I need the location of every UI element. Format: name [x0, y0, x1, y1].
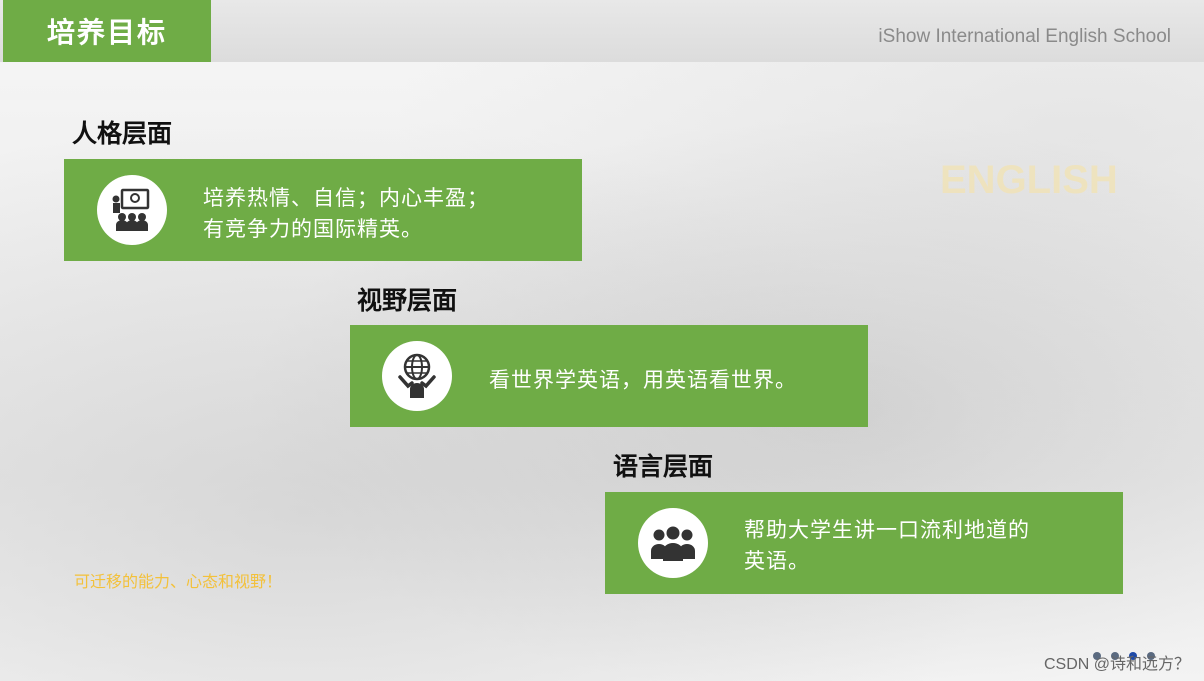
teacher-presentation-icon — [97, 175, 167, 245]
card-vision: 看世界学英语，用英语看世界。 — [350, 325, 868, 427]
watermark: CSDN @诗和远方？ — [1043, 656, 1190, 673]
group-people-icon — [638, 508, 708, 578]
school-name: iShow International English School — [878, 26, 1171, 47]
card-text-vision: 看世界学英语，用英语看世界。 — [489, 368, 797, 392]
section-heading-vision: 视野层面 — [357, 286, 458, 315]
tagline: 可迁移的能力、心态和视野！ — [74, 572, 283, 591]
english-decor-text: ENGLISH — [940, 158, 1118, 202]
section-heading-personality: 人格层面 — [72, 119, 173, 148]
card-text-personality: 培养热情、自信；内心丰盈； 有竞争力的国际精英。 — [203, 186, 489, 241]
card-language: 帮助大学生讲一口流利地道的 英语。 — [605, 492, 1123, 594]
card-text-language: 帮助大学生讲一口流利地道的 英语。 — [744, 518, 1030, 573]
page-title: 培养目标 — [3, 0, 211, 62]
card-personality: 培养热情、自信；内心丰盈； 有竞争力的国际精英。 — [64, 159, 582, 261]
globe-person-icon — [382, 341, 452, 411]
section-heading-language: 语言层面 — [613, 452, 714, 481]
